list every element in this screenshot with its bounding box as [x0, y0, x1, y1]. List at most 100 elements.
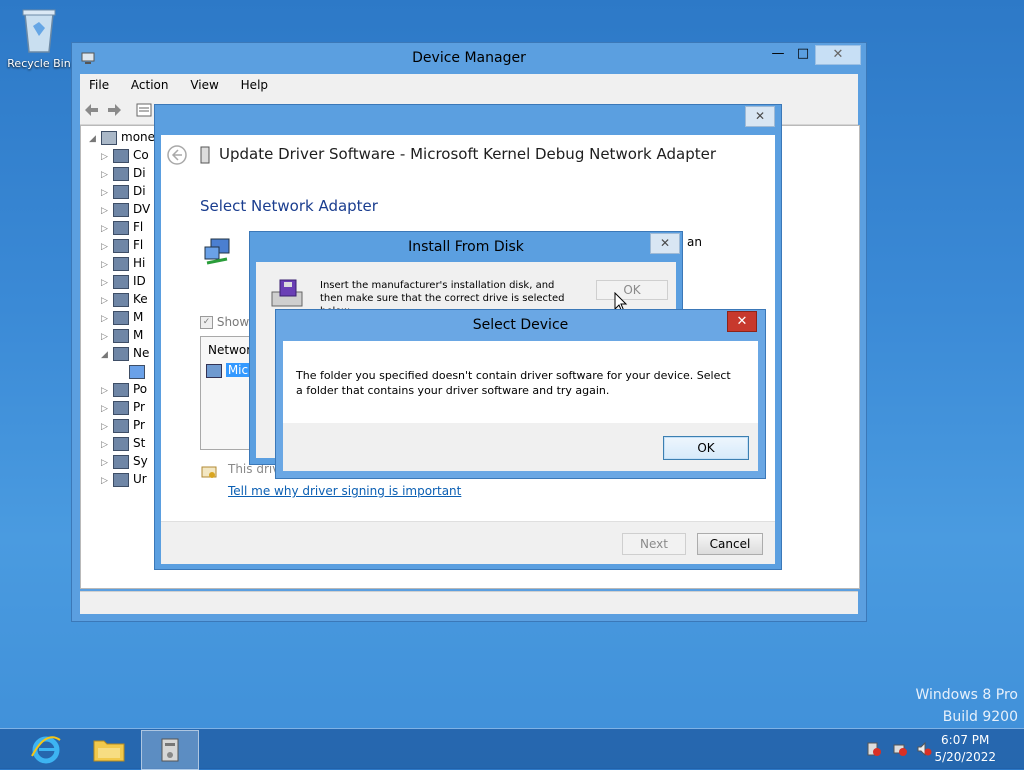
tree-item[interactable]: ▷ M: [101, 308, 143, 326]
tree-item[interactable]: ▷ Po: [101, 380, 147, 398]
menu-bar: File Action View Help: [80, 74, 858, 96]
tree-item[interactable]: ▷ Di: [101, 164, 146, 182]
tree-item-label: Co: [133, 148, 149, 162]
device-category-icon: [113, 166, 129, 181]
minimize-button[interactable]: —: [764, 45, 792, 63]
taskbar-explorer-button[interactable]: [80, 730, 136, 768]
update-driver-close-button[interactable]: ✕: [745, 106, 775, 127]
taskbar-device-manager-button[interactable]: [141, 730, 199, 770]
watermark-build: Build 9200: [942, 709, 1018, 725]
taskbar: 6:07 PM 5/20/2022: [0, 728, 1024, 770]
taskbar-clock[interactable]: 6:07 PM 5/20/2022: [934, 732, 996, 766]
tree-item[interactable]: ▷ Ur: [101, 470, 147, 488]
tree-item[interactable]: ▷ DV: [101, 200, 150, 218]
computer-icon: [101, 130, 117, 145]
menu-file[interactable]: File: [80, 74, 118, 96]
tree-item[interactable]: ▷ M: [101, 326, 143, 344]
device-category-icon: [113, 238, 129, 253]
tree-item-label: Pr: [133, 418, 145, 432]
clock-date: 5/20/2022: [934, 750, 996, 764]
tree-item[interactable]: ▷ Sy: [101, 452, 148, 470]
device-category-icon: [113, 454, 129, 469]
properties-icon[interactable]: [136, 102, 152, 118]
speaker-muted-icon[interactable]: [916, 741, 932, 757]
device-category-icon: [113, 202, 129, 217]
tree-item-label: M: [133, 328, 144, 342]
collapse-icon[interactable]: ◢: [89, 130, 101, 148]
back-arrow-icon[interactable]: [84, 102, 100, 118]
tree-item-label: Sy: [133, 454, 148, 468]
update-driver-header: Update Driver Software - Microsoft Kerne…: [161, 135, 775, 175]
network-disconnected-icon[interactable]: [892, 741, 908, 757]
collapse-icon[interactable]: ◢: [101, 346, 113, 364]
recycle-bin-label: Recycle Bin: [7, 57, 71, 70]
device-category-icon: [113, 184, 129, 199]
device-category-icon: [113, 292, 129, 307]
tree-item[interactable]: ▷ Fl: [101, 236, 143, 254]
install-ok-button[interactable]: OK: [596, 280, 668, 300]
select-device-ok-button[interactable]: OK: [663, 436, 749, 460]
select-device-message-area: The folder you specified doesn't contain…: [283, 341, 758, 423]
tree-item[interactable]: ◢ Ne: [101, 344, 149, 362]
device-category-icon: [113, 418, 129, 433]
tree-item[interactable]: ▷ Co: [101, 146, 149, 164]
tree-item-label: Hi: [133, 256, 146, 270]
tree-item-label: Ke: [133, 292, 148, 306]
tree-item[interactable]: ▷ Pr: [101, 416, 145, 434]
partial-description: an: [687, 235, 702, 249]
select-device-title: Select Device: [472, 317, 569, 333]
device-manager-title: Device Manager: [412, 50, 526, 66]
install-from-disk-title: Install From Disk: [408, 239, 524, 255]
status-bar: [80, 591, 858, 614]
tree-item[interactable]: [117, 362, 149, 380]
tree-item-label: DV: [133, 202, 151, 216]
forward-arrow-icon[interactable]: [106, 102, 122, 118]
tree-item-label: M: [133, 310, 144, 324]
network-adapter-icon: [204, 238, 230, 265]
floppy-disk-icon: [271, 279, 303, 307]
maximize-button[interactable]: □: [792, 45, 814, 63]
device-category-icon: [113, 220, 129, 235]
close-button[interactable]: ✕: [815, 45, 861, 65]
tree-item[interactable]: ▷ Pr: [101, 398, 145, 416]
driver-signing-link[interactable]: Tell me why driver signing is important: [228, 484, 461, 498]
cancel-button[interactable]: Cancel: [697, 533, 763, 555]
adapter-list-item[interactable]: Micr: [206, 363, 256, 378]
device-icon: [200, 146, 210, 164]
flag-alert-icon[interactable]: [866, 741, 882, 757]
install-from-disk-close-button[interactable]: ✕: [650, 233, 680, 254]
internet-explorer-icon: [31, 736, 61, 764]
next-button[interactable]: Next: [622, 533, 686, 555]
tree-item[interactable]: ▷ St: [101, 434, 145, 452]
device-category-icon: [113, 256, 129, 271]
device-manager-taskbar-icon: [161, 738, 179, 762]
menu-view[interactable]: View: [181, 74, 227, 96]
tree-item[interactable]: ▷ Hi: [101, 254, 145, 272]
tree-item[interactable]: ▷ Fl: [101, 218, 143, 236]
recycle-bin-icon: [22, 9, 56, 53]
tree-root[interactable]: ◢ mone: [89, 128, 155, 146]
menu-action[interactable]: Action: [122, 74, 178, 96]
tree-item[interactable]: ▷ ID: [101, 272, 146, 290]
expand-icon[interactable]: ▷: [101, 472, 113, 490]
watermark-edition: Windows 8 Pro: [915, 687, 1018, 703]
select-device-close-button[interactable]: ✕: [727, 311, 757, 332]
tree-item-label: Ne: [133, 346, 150, 360]
tree-item[interactable]: ▷ Di: [101, 182, 146, 200]
device-category-icon: [129, 364, 145, 379]
select-device-message: The folder you specified doesn't contain…: [296, 369, 731, 397]
tree-item[interactable]: ▷ Ke: [101, 290, 148, 308]
tree-item-label: Ur: [133, 472, 147, 486]
update-driver-footer: Next Cancel: [161, 521, 775, 564]
taskbar-ie-button[interactable]: [18, 730, 74, 768]
back-circle-icon[interactable]: [167, 145, 187, 165]
device-category-icon: [113, 436, 129, 451]
device-category-icon: [113, 400, 129, 415]
tree-item-label: Di: [133, 166, 146, 180]
device-category-icon: [113, 148, 129, 163]
tree-item-label: St: [133, 436, 146, 450]
menu-help[interactable]: Help: [232, 74, 277, 96]
show-compatible-checkbox[interactable]: ✓ Show: [200, 315, 249, 329]
recycle-bin-shortcut[interactable]: Recycle Bin: [6, 6, 72, 70]
tree-item-label: Fl: [133, 238, 144, 252]
